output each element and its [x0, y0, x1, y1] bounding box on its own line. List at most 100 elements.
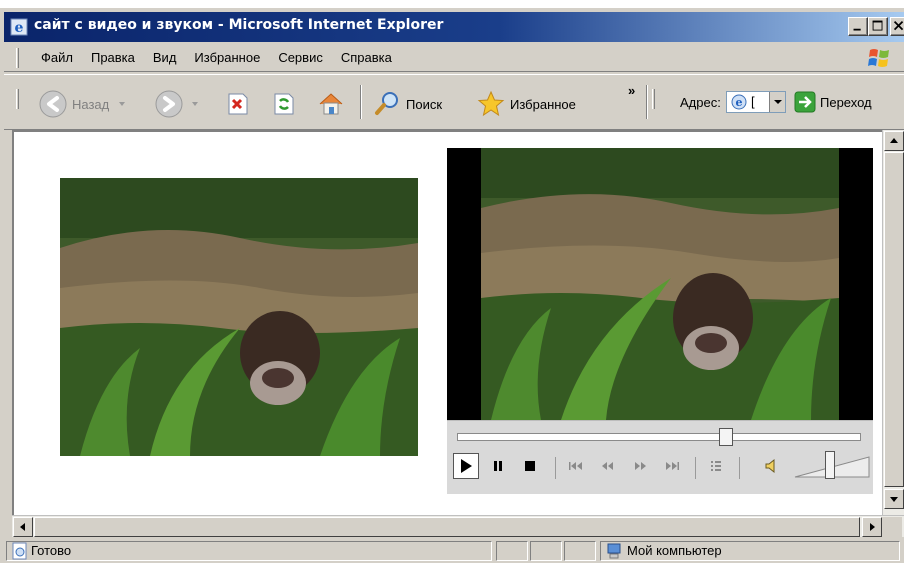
page-icon	[12, 542, 27, 560]
toolbar-grip[interactable]	[652, 89, 655, 109]
scroll-corner	[882, 517, 902, 537]
seek-bar[interactable]	[457, 428, 861, 446]
menu-view[interactable]: Вид	[144, 50, 186, 65]
zone-text: Мой компьютер	[627, 543, 722, 558]
mute-button[interactable]	[759, 453, 785, 479]
pause-icon	[494, 461, 502, 471]
arrow-down-icon	[890, 497, 898, 502]
arrow-left-icon	[20, 523, 25, 531]
back-button[interactable]: Назад	[38, 89, 129, 119]
stop-icon	[228, 93, 248, 115]
previous-icon	[569, 462, 582, 470]
scroll-up-button[interactable]	[884, 131, 904, 151]
go-label: Переход	[820, 94, 872, 110]
speaker-icon	[765, 458, 775, 474]
back-icon	[39, 90, 67, 118]
fast-forward-button[interactable]	[627, 453, 653, 479]
back-label: Назад	[72, 96, 110, 112]
minimize-icon	[853, 28, 861, 31]
toolbar-chevron[interactable]: »	[628, 83, 635, 98]
windows-logo-icon	[868, 49, 889, 67]
volume-slider-thumb[interactable]	[825, 451, 835, 479]
scroll-left-button[interactable]	[13, 517, 33, 537]
play-button[interactable]	[453, 453, 479, 479]
arrow-up-icon	[890, 138, 898, 143]
standard-toolbar: Назад Поиск Избранное » Адрес: e [Перех…	[4, 74, 904, 130]
toolbar-separator	[646, 85, 648, 119]
title-bar[interactable]: e сайт с видео и звуком - Microsoft Inte…	[4, 12, 904, 42]
next-button[interactable]	[659, 453, 685, 479]
stop-button[interactable]	[517, 453, 543, 479]
rewind-icon	[602, 462, 613, 470]
video-still-image	[60, 178, 418, 456]
video-frame[interactable]	[481, 148, 839, 420]
refresh-button[interactable]	[272, 91, 296, 117]
go-icon	[794, 91, 816, 113]
toolbar-separator	[360, 85, 362, 119]
vertical-scroll-thumb[interactable]	[884, 152, 904, 487]
menu-bar: Файл Правка Вид Избранное Сервис Справка	[4, 44, 904, 72]
status-panel	[496, 541, 528, 561]
maximize-icon	[872, 20, 883, 31]
search-icon	[375, 92, 398, 115]
previous-button[interactable]	[563, 453, 589, 479]
refresh-icon	[274, 93, 294, 115]
stop-icon	[525, 461, 535, 471]
minimize-button[interactable]	[848, 17, 868, 36]
zone-panel: Мой компьютер	[600, 541, 900, 561]
close-button[interactable]	[890, 17, 904, 36]
address-bar[interactable]: e [	[726, 91, 786, 113]
address-dropdown-button[interactable]	[769, 92, 785, 112]
scroll-right-button[interactable]	[862, 517, 882, 537]
scroll-down-button[interactable]	[884, 489, 904, 509]
forward-button[interactable]	[154, 89, 202, 119]
go-button[interactable]: Переход	[794, 91, 872, 113]
search-label: Поиск	[406, 96, 443, 112]
status-bar: Готово Мой компьютер	[4, 539, 904, 563]
seek-thumb[interactable]	[719, 428, 733, 446]
pause-button[interactable]	[485, 453, 511, 479]
playlist-button[interactable]	[703, 453, 729, 479]
controls-separator	[695, 457, 696, 479]
favorites-label: Избранное	[510, 96, 576, 112]
svg-text:e: e	[15, 20, 24, 36]
media-player[interactable]	[447, 148, 873, 494]
ie-icon: e	[10, 18, 28, 36]
controls-separator	[739, 457, 740, 479]
horizontal-scrollbar[interactable]	[12, 515, 904, 537]
arrow-right-icon	[870, 523, 875, 531]
maximize-button[interactable]	[868, 17, 888, 36]
menu-favorites[interactable]: Избранное	[185, 50, 269, 65]
toolbar-grip[interactable]	[16, 89, 19, 109]
address-label: Адрес:	[680, 95, 721, 110]
favorites-star-icon	[477, 90, 505, 117]
toolbar-grip[interactable]	[16, 48, 19, 68]
horizontal-scroll-thumb[interactable]	[34, 517, 860, 537]
stop-button[interactable]	[226, 91, 250, 117]
chevron-down-icon	[774, 100, 782, 104]
next-icon	[666, 462, 679, 470]
rewind-button[interactable]	[595, 453, 621, 479]
player-controls	[447, 420, 873, 494]
home-icon	[319, 93, 343, 115]
close-icon	[893, 20, 904, 31]
status-panel	[530, 541, 562, 561]
home-button[interactable]	[316, 89, 346, 119]
menu-tools[interactable]: Сервис	[269, 50, 332, 65]
search-button[interactable]: Поиск	[372, 89, 442, 119]
fast-forward-icon	[635, 462, 646, 470]
favorites-button[interactable]: Избранное	[476, 89, 576, 119]
window-title: сайт с видео и звуком - Microsoft Intern…	[34, 17, 444, 33]
menu-file[interactable]: Файл	[32, 50, 82, 65]
play-icon	[461, 459, 472, 473]
menu-help[interactable]: Справка	[332, 50, 401, 65]
status-text: Готово	[31, 543, 72, 558]
forward-icon	[155, 90, 183, 118]
svg-text:e: e	[736, 96, 743, 109]
address-value: [	[751, 94, 755, 109]
status-panel: Готово	[6, 541, 492, 561]
menu-edit[interactable]: Правка	[82, 50, 144, 65]
vertical-scrollbar[interactable]	[882, 130, 904, 515]
status-panel	[564, 541, 596, 561]
my-computer-icon	[607, 543, 621, 559]
